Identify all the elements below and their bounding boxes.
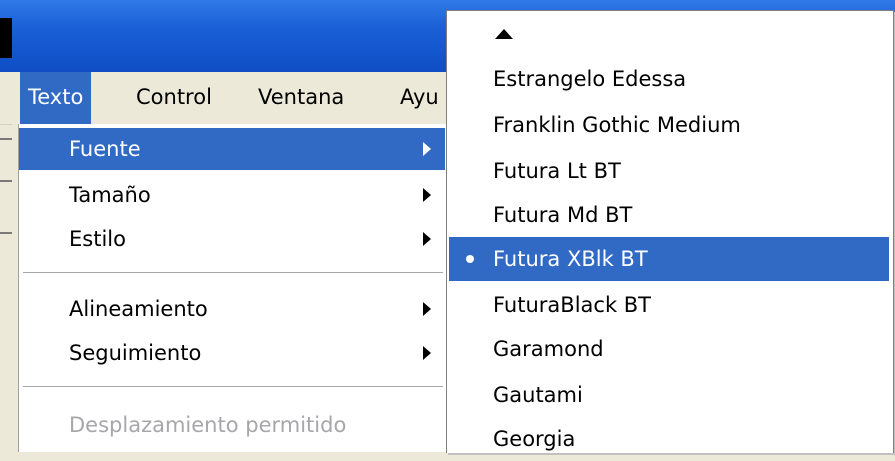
selected-bullet-icon: [466, 255, 474, 263]
font-item-label: FuturaBlack BT: [493, 293, 652, 317]
font-item-label: Futura XBlk BT: [493, 247, 648, 271]
menu-item-label: Tamaño: [69, 183, 151, 207]
menu-item-seguimiento[interactable]: Seguimiento: [19, 332, 445, 374]
font-item[interactable]: FuturaBlack BT: [449, 283, 889, 327]
font-item-selected[interactable]: Futura XBlk BT: [449, 237, 889, 281]
font-item-label: Franklin Gothic Medium: [493, 113, 741, 137]
scroll-up-icon[interactable]: [495, 29, 513, 39]
menu-item-label: Fuente: [69, 137, 141, 161]
menu-item-estilo[interactable]: Estilo: [19, 218, 445, 260]
texto-dropdown-menu: Fuente Tamaño Estilo Alineamiento Seguim…: [18, 124, 451, 452]
submenu-arrow-icon: [423, 188, 431, 202]
submenu-arrow-icon: [423, 346, 431, 360]
menu-item-label: Seguimiento: [69, 341, 202, 365]
menu-item-label: Estilo: [69, 227, 126, 251]
menu-item-label: Alineamiento: [69, 297, 208, 321]
titlebar-edge: [0, 18, 12, 58]
submenu-arrow-icon: [423, 142, 431, 156]
font-item[interactable]: Estrangelo Edessa: [449, 57, 889, 101]
font-item-label: Gautami: [493, 383, 583, 407]
font-submenu: Estrangelo Edessa Franklin Gothic Medium…: [446, 10, 894, 453]
menu-separator: [23, 272, 443, 274]
submenu-arrow-icon: [423, 232, 431, 246]
font-item-label: Futura Md BT: [493, 203, 633, 227]
menu-item-alineamiento[interactable]: Alineamiento: [19, 288, 445, 330]
font-item[interactable]: Gautami: [449, 373, 889, 417]
menu-texto[interactable]: Texto: [20, 72, 92, 124]
font-item[interactable]: Futura Md BT: [449, 193, 889, 237]
menu-item-fuente[interactable]: Fuente: [19, 128, 445, 170]
menu-item-desplazamiento-permitido[interactable]: Desplazamiento permitido: [19, 404, 445, 446]
menu-ayuda[interactable]: Ayu: [392, 72, 447, 124]
menu-ventana[interactable]: Ventana: [250, 72, 352, 124]
font-item-label: Estrangelo Edessa: [493, 67, 687, 91]
font-item-label: Futura Lt BT: [493, 159, 621, 183]
font-item[interactable]: Franklin Gothic Medium: [449, 103, 889, 147]
menu-control[interactable]: Control: [128, 72, 220, 124]
submenu-arrow-icon: [423, 302, 431, 316]
font-item-label: Garamond: [493, 337, 604, 361]
font-item[interactable]: Georgia: [449, 417, 889, 461]
menu-item-label: Desplazamiento permitido: [69, 413, 347, 437]
font-item[interactable]: Futura Lt BT: [449, 149, 889, 193]
menu-item-tamano[interactable]: Tamaño: [19, 174, 445, 216]
menu-separator: [23, 386, 443, 388]
font-item-label: Georgia: [493, 427, 576, 451]
font-item[interactable]: Garamond: [449, 327, 889, 371]
